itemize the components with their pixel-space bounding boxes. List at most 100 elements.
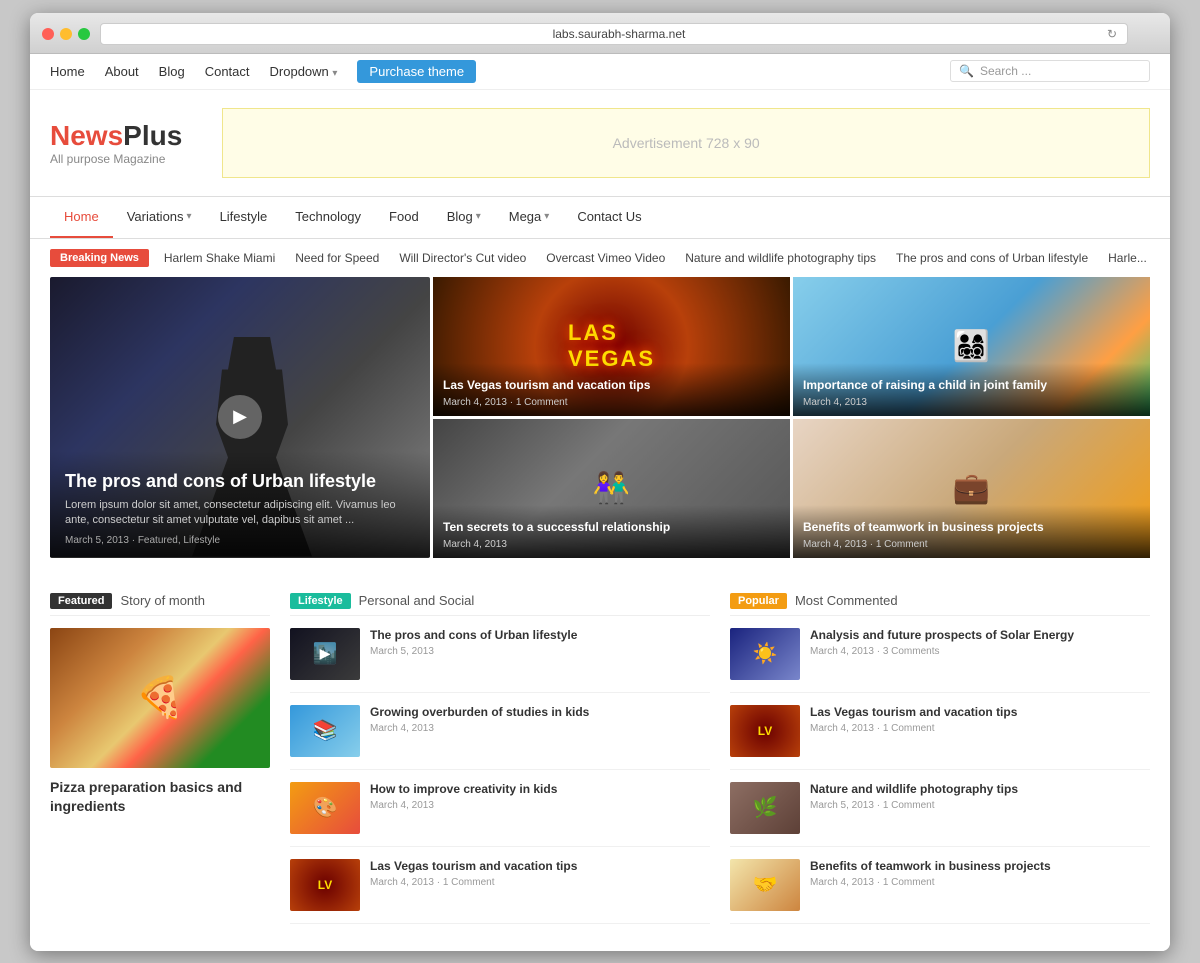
nav-home[interactable]: Home	[50, 197, 113, 238]
teamwork-meta: March 4, 2013 · 1 Comment	[803, 539, 1140, 550]
top-nav-home[interactable]: Home	[50, 64, 85, 79]
joint-family-title: Importance of raising a child in joint f…	[803, 378, 1140, 394]
popular-article-1-info: Analysis and future prospects of Solar E…	[810, 628, 1150, 680]
featured-article-image[interactable]: 🍕	[50, 628, 270, 768]
maximize-button[interactable]	[78, 28, 90, 40]
lifestyle-title-3[interactable]: How to improve creativity in kids	[370, 782, 710, 798]
lifestyle-thumb-3: 🎨	[290, 782, 360, 834]
browser-window: labs.saurabh-sharma.net ↻ Home About Blo…	[30, 13, 1170, 951]
popular-thumb-4: 🤝	[730, 859, 800, 911]
lifestyle-column: Lifestyle Personal and Social 🏙️ The pro…	[290, 593, 710, 936]
browser-chrome: labs.saurabh-sharma.net ↻	[30, 13, 1170, 54]
popular-title-1[interactable]: Analysis and future prospects of Solar E…	[810, 628, 1150, 644]
lifestyle-thumb-4: LV	[290, 859, 360, 911]
main-featured-overlay: The pros and cons of Urban lifestyle Lor…	[50, 451, 430, 558]
popular-article-4: 🤝 Benefits of teamwork in business proje…	[730, 859, 1150, 924]
nav-variations[interactable]: Variations ▾	[113, 197, 206, 238]
breaking-news-items: Harlem Shake Miami Need for Speed Will D…	[164, 251, 1147, 265]
main-navigation: Home Variations ▾ Lifestyle Technology F…	[30, 196, 1170, 239]
lifestyle-badge: Lifestyle	[290, 593, 351, 609]
featured-column: Featured Story of month 🍕 Pizza preparat…	[50, 593, 270, 936]
nav-contact-us[interactable]: Contact Us	[563, 197, 655, 238]
browser-content: Home About Blog Contact Dropdown ▾ Purch…	[30, 54, 1170, 951]
reload-icon[interactable]: ↻	[1107, 27, 1117, 41]
main-featured-title: The pros and cons of Urban lifestyle	[65, 471, 415, 492]
popular-article-2-info: Las Vegas tourism and vacation tips Marc…	[810, 705, 1150, 757]
popular-title-2[interactable]: Las Vegas tourism and vacation tips	[810, 705, 1150, 721]
lifestyle-title-1[interactable]: The pros and cons of Urban lifestyle	[370, 628, 710, 644]
breaking-news-bar: Breaking News Harlem Shake Miami Need fo…	[30, 239, 1170, 277]
lifestyle-meta-2: March 4, 2013	[370, 723, 710, 734]
breaking-item-4[interactable]: Overcast Vimeo Video	[546, 251, 665, 265]
popular-thumb-1: ☀️	[730, 628, 800, 680]
popular-subtitle: Most Commented	[795, 593, 898, 608]
popular-badge: Popular	[730, 593, 787, 609]
lifestyle-article-4-info: Las Vegas tourism and vacation tips Marc…	[370, 859, 710, 911]
search-box[interactable]: 🔍 Search ...	[950, 60, 1150, 82]
video-play-button[interactable]: ▶	[218, 395, 262, 439]
nav-mega[interactable]: Mega ▾	[495, 197, 564, 238]
lifestyle-title-4[interactable]: Las Vegas tourism and vacation tips	[370, 859, 710, 875]
close-button[interactable]	[42, 28, 54, 40]
breaking-item-5[interactable]: Nature and wildlife photography tips	[685, 251, 876, 265]
popular-thumb-2: LV	[730, 705, 800, 757]
advertisement-banner: Advertisement 728 x 90	[222, 108, 1150, 178]
lifestyle-meta-4: March 4, 2013 · 1 Comment	[370, 877, 710, 888]
relationship-meta: March 4, 2013	[443, 539, 780, 550]
solar-icon: ☀️	[753, 641, 778, 666]
breaking-item-6[interactable]: The pros and cons of Urban lifestyle	[896, 251, 1088, 265]
breaking-item-7[interactable]: Harle...	[1108, 251, 1147, 265]
minimize-button[interactable]	[60, 28, 72, 40]
breaking-item-3[interactable]: Will Director's Cut video	[399, 251, 526, 265]
popular-title-3[interactable]: Nature and wildlife photography tips	[810, 782, 1150, 798]
lifestyle-thumb-1: 🏙️	[290, 628, 360, 680]
article-joint-family[interactable]: 👨‍👩‍👧‍👦 Importance of raising a child in…	[793, 277, 1150, 416]
breaking-news-badge: Breaking News	[50, 249, 149, 267]
three-column-section: Featured Story of month 🍕 Pizza preparat…	[30, 578, 1170, 951]
main-featured-meta: March 5, 2013 · Featured, Lifestyle	[65, 535, 415, 546]
lifestyle-article-2: 📚 Growing overburden of studies in kids …	[290, 705, 710, 770]
top-nav-blog[interactable]: Blog	[159, 64, 185, 79]
vegas-title: Las Vegas tourism and vacation tips	[443, 378, 780, 394]
logo-plus: Plus	[123, 120, 182, 151]
popular-article-4-info: Benefits of teamwork in business project…	[810, 859, 1150, 911]
breaking-item-2[interactable]: Need for Speed	[295, 251, 379, 265]
main-featured-article[interactable]: ▶ The pros and cons of Urban lifestyle L…	[50, 277, 430, 558]
nav-food[interactable]: Food	[375, 197, 433, 238]
nav-lifestyle[interactable]: Lifestyle	[206, 197, 282, 238]
vegas-sm-icon: LV	[318, 878, 332, 892]
popular-thumb-3: 🌿	[730, 782, 800, 834]
featured-article-title[interactable]: Pizza preparation basics and ingredients	[50, 778, 270, 817]
url-bar[interactable]: labs.saurabh-sharma.net ↻	[100, 23, 1128, 45]
lifestyle-title-2[interactable]: Growing overburden of studies in kids	[370, 705, 710, 721]
popular-column: Popular Most Commented ☀️ Analysis and f…	[730, 593, 1150, 936]
nature-icon: 🌿	[753, 795, 778, 820]
featured-grid: ▶ The pros and cons of Urban lifestyle L…	[30, 277, 1170, 558]
lifestyle-subtitle: Personal and Social	[359, 593, 475, 608]
featured-badge: Featured	[50, 593, 112, 609]
purchase-theme-button[interactable]: Purchase theme	[357, 60, 476, 83]
article-teamwork[interactable]: 💼 Benefits of teamwork in business proje…	[793, 419, 1150, 558]
breaking-item-1[interactable]: Harlem Shake Miami	[164, 251, 275, 265]
top-nav-dropdown[interactable]: Dropdown ▾	[270, 64, 338, 79]
nav-blog[interactable]: Blog ▾	[433, 197, 495, 238]
popular-article-3-info: Nature and wildlife photography tips Mar…	[810, 782, 1150, 834]
lifestyle-thumb-2: 📚	[290, 705, 360, 757]
search-placeholder: Search ...	[980, 64, 1031, 78]
popular-article-1: ☀️ Analysis and future prospects of Sola…	[730, 628, 1150, 693]
mini-play-icon	[290, 628, 360, 680]
teamwork-emoji: 💼	[953, 471, 990, 506]
article-relationship[interactable]: 👫 Ten secrets to a successful relationsh…	[433, 419, 790, 558]
lifestyle-meta-3: March 4, 2013	[370, 800, 710, 811]
vegas-overlay: Las Vegas tourism and vacation tips Marc…	[433, 363, 790, 416]
popular-article-3: 🌿 Nature and wildlife photography tips M…	[730, 782, 1150, 847]
article-vegas[interactable]: LASVEGAS Las Vegas tourism and vacation …	[433, 277, 790, 416]
lifestyle-article-4: LV Las Vegas tourism and vacation tips M…	[290, 859, 710, 924]
top-nav-about[interactable]: About	[105, 64, 139, 79]
relationship-overlay: Ten secrets to a successful relationship…	[433, 505, 790, 558]
site-logo[interactable]: NewsPlus All purpose Magazine	[50, 120, 182, 166]
top-nav-contact[interactable]: Contact	[205, 64, 250, 79]
popular-meta-2: March 4, 2013 · 1 Comment	[810, 723, 1150, 734]
nav-technology[interactable]: Technology	[281, 197, 375, 238]
popular-title-4[interactable]: Benefits of teamwork in business project…	[810, 859, 1150, 875]
